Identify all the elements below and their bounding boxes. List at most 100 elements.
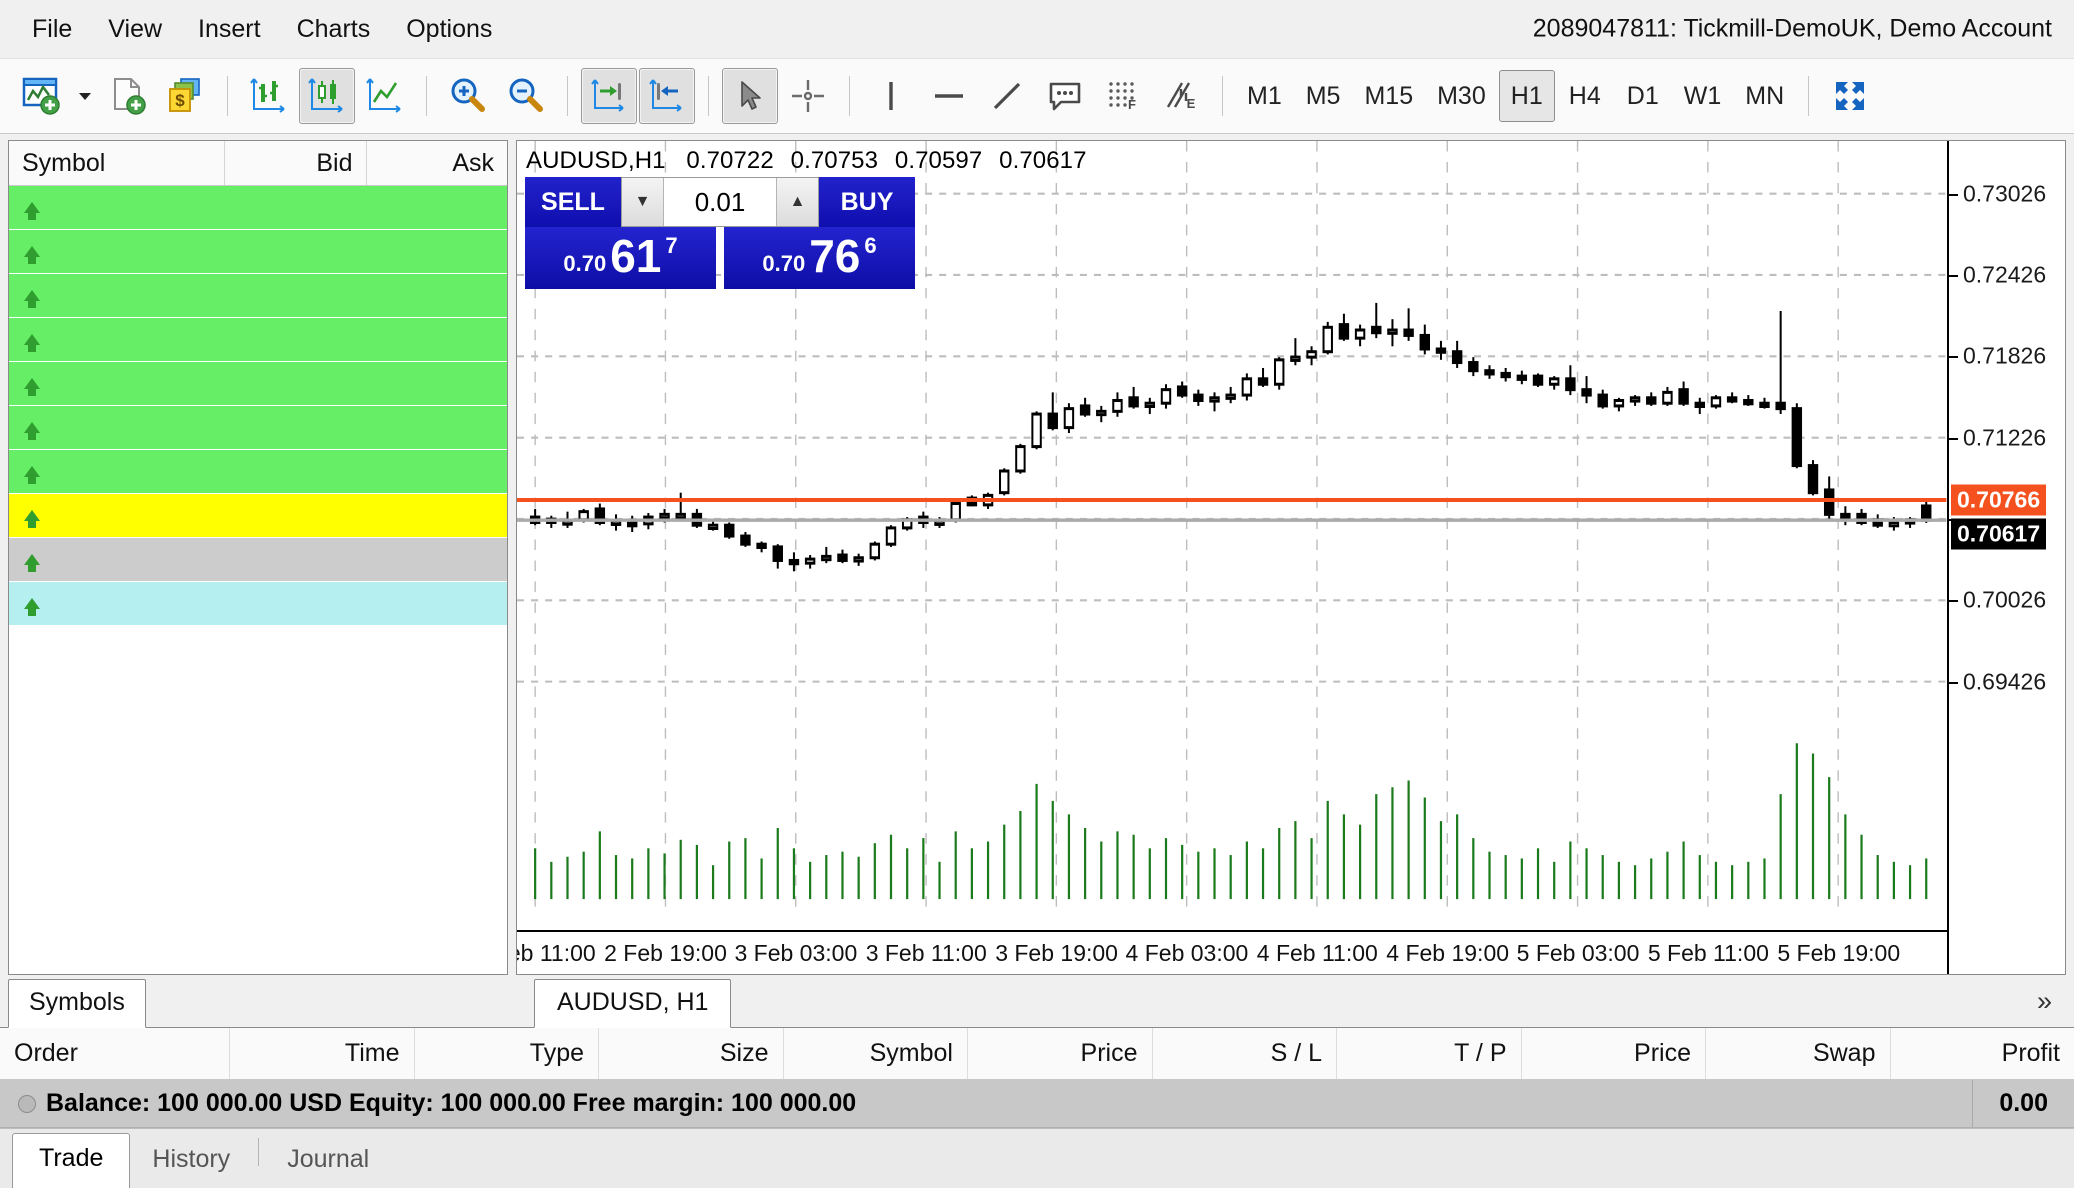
indicators-icon[interactable]: E: [1153, 68, 1209, 124]
sell-price-button[interactable]: 0.70 61 7: [525, 227, 716, 289]
buy-button[interactable]: BUY: [819, 177, 915, 227]
terminal-column-tp-7[interactable]: T / P: [1337, 1028, 1522, 1079]
price-tick: [1949, 275, 1958, 277]
symbol-cell: [9, 494, 225, 537]
chart-shift-icon[interactable]: [581, 68, 637, 124]
price-label: 0.72426: [1963, 261, 2046, 288]
terminal-column-time-1[interactable]: Time: [230, 1028, 415, 1079]
tab-audusd-h1[interactable]: AUDUSD, H1: [534, 979, 731, 1028]
timeframe-h4[interactable]: H4: [1557, 70, 1613, 122]
terminal-tabs: Trade History Journal: [0, 1128, 2074, 1188]
timeframe-w1[interactable]: W1: [1673, 70, 1733, 122]
cursor-icon[interactable]: [722, 68, 778, 124]
vertical-line-icon[interactable]: [863, 68, 919, 124]
market-watch-row-nzdusd[interactable]: [9, 450, 507, 494]
menu-item-options[interactable]: Options: [388, 11, 510, 48]
tab-separator: [258, 1138, 259, 1166]
ask-cell: [366, 362, 507, 405]
volume-stepper[interactable]: ▼ 0.01 ▲: [621, 177, 819, 227]
fullscreen-icon[interactable]: [1822, 68, 1878, 124]
terminal-column-price-8[interactable]: Price: [1522, 1028, 1707, 1079]
tab-history[interactable]: History: [130, 1135, 252, 1188]
menu-item-view[interactable]: View: [90, 11, 180, 48]
price-label: 0.70026: [1963, 587, 2046, 614]
terminal-column-size-3[interactable]: Size: [599, 1028, 784, 1079]
chart-dropdown-caret-icon[interactable]: [72, 68, 98, 124]
price-up-arrow-icon: [24, 290, 40, 301]
bid-cell: [225, 186, 366, 229]
candlestick-chart-icon[interactable]: [299, 68, 355, 124]
auto-scroll-icon[interactable]: [639, 68, 695, 124]
volume-increment-icon[interactable]: ▲: [776, 178, 818, 226]
time-label: 2 Feb 11:00: [516, 940, 596, 967]
chart-tabs-overflow-icon[interactable]: »: [2037, 986, 2052, 1017]
market-watch-row-wti[interactable]: [9, 538, 507, 582]
toolbar-separator: [708, 76, 709, 116]
buy-price-main: 76: [809, 233, 860, 279]
market-watch-row-usdcad[interactable]: [9, 406, 507, 450]
terminal-column-price-5[interactable]: Price: [968, 1028, 1153, 1079]
timeframe-m5[interactable]: M5: [1295, 70, 1352, 122]
terminal-column-profit-10[interactable]: Profit: [1891, 1028, 2074, 1079]
market-watch-row-gbpusd[interactable]: [9, 274, 507, 318]
tab-trade[interactable]: Trade: [12, 1133, 130, 1188]
tab-symbols[interactable]: Symbols: [8, 979, 146, 1028]
market-watch-row-us30[interactable]: [9, 582, 507, 626]
account-summary-row[interactable]: Balance: 100 000.00 USD Equity: 100 000.…: [0, 1080, 2074, 1128]
buy-price-button[interactable]: 0.70 76 6: [724, 227, 915, 289]
timeframe-h1[interactable]: H1: [1499, 70, 1555, 122]
market-watch-row-usdjpy[interactable]: [9, 318, 507, 362]
timeframe-m1[interactable]: M1: [1236, 70, 1293, 122]
trendline-icon[interactable]: [979, 68, 1035, 124]
market-watch-row-usdchf[interactable]: [9, 362, 507, 406]
toolbar-separator: [1222, 76, 1223, 116]
timeframe-m30[interactable]: M30: [1426, 70, 1497, 122]
terminal-column-swap-9[interactable]: Swap: [1706, 1028, 1891, 1079]
price-up-arrow-icon: [24, 202, 40, 213]
line-chart-icon[interactable]: [357, 68, 413, 124]
price-scale[interactable]: 0.730260.724260.718260.712260.700260.694…: [1947, 141, 2065, 974]
new-order-icon[interactable]: [100, 68, 156, 124]
account-balance-text: Balance: 100 000.00 USD Equity: 100 000.…: [46, 1089, 856, 1118]
terminal-column-symbol-4[interactable]: Symbol: [784, 1028, 969, 1079]
menu-item-file[interactable]: File: [14, 11, 90, 48]
time-label: 5 Feb 19:00: [1777, 940, 1900, 967]
text-label-icon[interactable]: [1037, 68, 1093, 124]
volume-value[interactable]: 0.01: [664, 178, 776, 226]
market-watch-row-xauusd[interactable]: [9, 494, 507, 538]
column-header-symbol[interactable]: Symbol: [9, 141, 225, 185]
svg-text:F: F: [1128, 97, 1136, 112]
crosshair-icon[interactable]: [780, 68, 836, 124]
market-watch-row-eurusd[interactable]: [9, 230, 507, 274]
terminal-column-sl-6[interactable]: S / L: [1153, 1028, 1338, 1079]
column-header-bid[interactable]: Bid: [225, 141, 367, 185]
terminal-header: OrderTimeTypeSizeSymbolPriceS / LT / PPr…: [0, 1028, 2074, 1080]
horizontal-line-icon[interactable]: [921, 68, 977, 124]
ask-cell: [366, 494, 507, 537]
tab-journal[interactable]: Journal: [265, 1135, 391, 1188]
terminal-column-type-2[interactable]: Type: [415, 1028, 600, 1079]
timeframe-d1[interactable]: D1: [1615, 70, 1671, 122]
column-header-ask[interactable]: Ask: [367, 141, 508, 185]
sell-button[interactable]: SELL: [525, 177, 621, 227]
market-watch-row-audusd[interactable]: [9, 186, 507, 230]
fibonacci-icon[interactable]: F: [1095, 68, 1151, 124]
sell-price-main: 61: [610, 233, 661, 279]
ask-cell: [366, 274, 507, 317]
menu-item-charts[interactable]: Charts: [279, 11, 389, 48]
toolbar-separator: [227, 76, 228, 116]
menu-item-insert[interactable]: Insert: [180, 11, 279, 48]
account-profit-total: 0.00: [1972, 1080, 2074, 1127]
new-chart-icon[interactable]: [14, 68, 70, 124]
zoom-out-icon[interactable]: [498, 68, 554, 124]
zoom-in-icon[interactable]: [440, 68, 496, 124]
chart-canvas[interactable]: AUDUSD,H1 0.70722 0.70753 0.70597 0.7061…: [516, 140, 2066, 975]
time-axis[interactable]: 2 Feb 11:002 Feb 19:003 Feb 03:003 Feb 1…: [517, 930, 1947, 974]
terminal-column-order-0[interactable]: Order: [0, 1028, 230, 1079]
account-info: 2089047811: Tickmill-DemoUK, Demo Accoun…: [1533, 15, 2052, 44]
timeframe-mn[interactable]: MN: [1734, 70, 1795, 122]
timeframe-m15[interactable]: M15: [1353, 70, 1424, 122]
bar-chart-icon[interactable]: [241, 68, 297, 124]
volume-decrement-icon[interactable]: ▼: [622, 178, 664, 226]
profit-symbols-icon[interactable]: $: [158, 68, 214, 124]
